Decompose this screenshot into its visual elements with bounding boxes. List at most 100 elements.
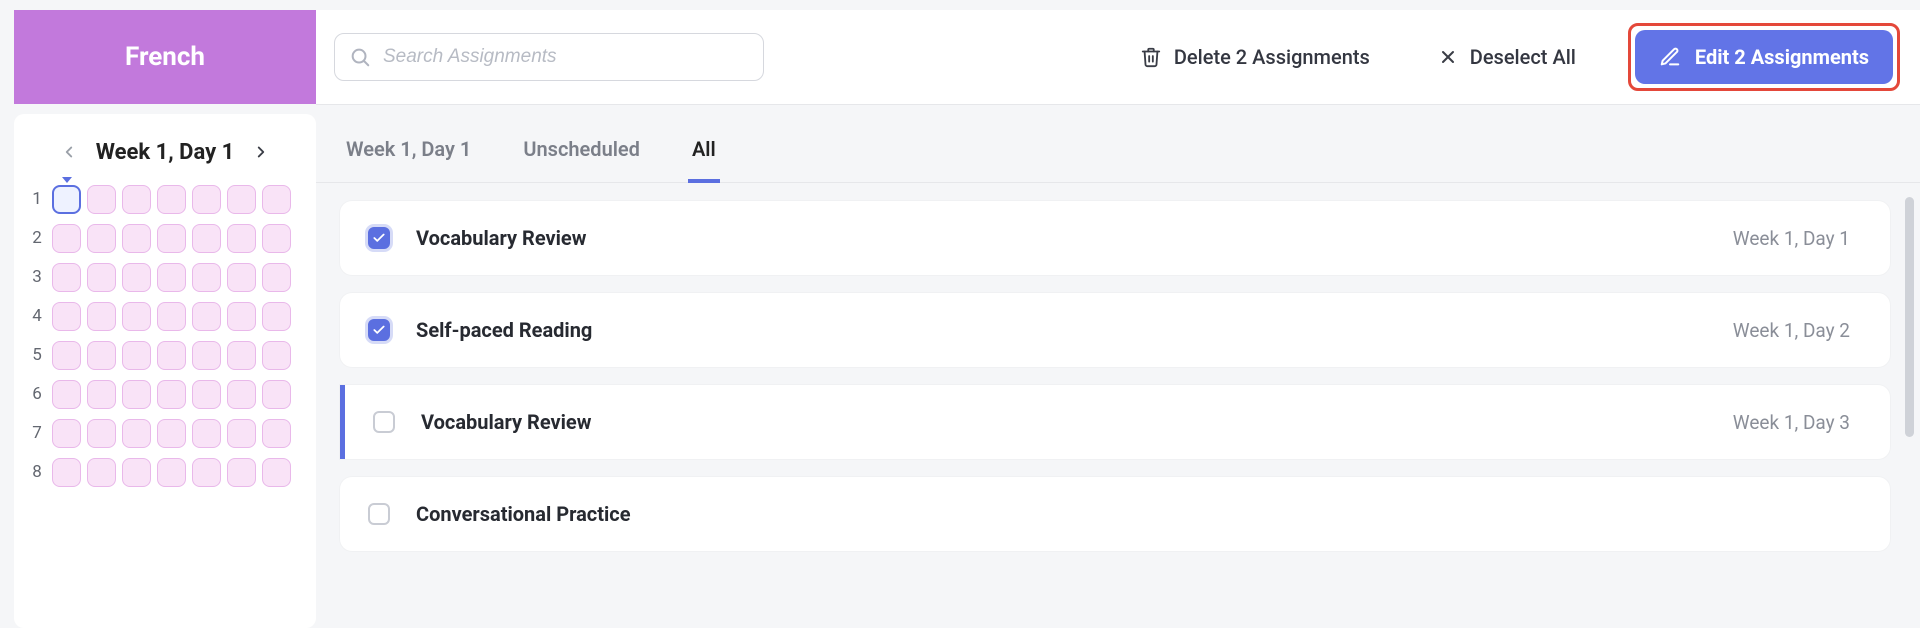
week-prev-button[interactable] — [60, 143, 78, 161]
week-grid-cell[interactable] — [227, 380, 256, 409]
week-grid-cell[interactable] — [122, 341, 151, 370]
week-grid-row: 4 — [28, 302, 306, 331]
subject-name: French — [125, 42, 205, 72]
week-grid-cell[interactable] — [122, 263, 151, 292]
week-grid-cell[interactable] — [192, 341, 221, 370]
week-grid-cell[interactable] — [262, 263, 291, 292]
assignment-card[interactable]: Vocabulary ReviewWeek 1, Day 1 — [340, 201, 1890, 275]
week-grid-cell[interactable] — [262, 185, 291, 214]
week-grid-cell[interactable] — [192, 302, 221, 331]
week-grid-cell[interactable] — [192, 185, 221, 214]
week-row-number: 5 — [28, 345, 46, 365]
assignment-checkbox[interactable] — [368, 319, 390, 341]
tab-all[interactable]: All — [688, 127, 720, 183]
week-row-number: 6 — [28, 384, 46, 404]
week-grid-cell[interactable] — [122, 380, 151, 409]
week-grid-cell[interactable] — [52, 224, 81, 253]
week-grid-cell[interactable] — [87, 458, 116, 487]
week-grid-cell[interactable] — [192, 419, 221, 448]
week-grid-cell[interactable] — [87, 224, 116, 253]
week-next-button[interactable] — [252, 143, 270, 161]
week-grid-cell[interactable] — [87, 185, 116, 214]
assignment-card[interactable]: Self-paced Reading Week 1, Day 2 — [340, 293, 1890, 367]
week-grid-cell[interactable] — [192, 380, 221, 409]
week-grid-row: 2 — [28, 224, 306, 253]
week-grid-cell[interactable] — [192, 458, 221, 487]
week-row-number: 3 — [28, 267, 46, 287]
deselect-label: Deselect All — [1470, 45, 1576, 69]
assignment-card[interactable]: Conversational Practice — [340, 477, 1890, 551]
deselect-all-button[interactable]: Deselect All — [1432, 37, 1582, 77]
week-grid-cell[interactable] — [227, 341, 256, 370]
week-grid-cell[interactable] — [227, 419, 256, 448]
week-grid-row: 3 — [28, 263, 306, 292]
week-grid-cell[interactable] — [157, 380, 186, 409]
week-grid-cell[interactable] — [122, 224, 151, 253]
search-input[interactable] — [383, 46, 749, 68]
week-grid-cell[interactable] — [87, 263, 116, 292]
week-grid-cell[interactable] — [227, 458, 256, 487]
week-grid-cell[interactable] — [122, 302, 151, 331]
week-grid-cell[interactable] — [52, 341, 81, 370]
week-grid-cell[interactable] — [87, 419, 116, 448]
week-grid-cell[interactable] — [227, 224, 256, 253]
close-icon — [1438, 47, 1458, 67]
search-icon — [349, 46, 371, 68]
week-grid-cell[interactable] — [157, 302, 186, 331]
delete-assignments-button[interactable]: Delete 2 Assignments — [1134, 37, 1376, 77]
week-grid-cell[interactable] — [262, 341, 291, 370]
assignment-checkbox[interactable] — [373, 411, 395, 433]
edit-highlight: Edit 2 Assignments — [1628, 23, 1900, 91]
week-grid-cell[interactable] — [52, 185, 81, 214]
week-grid-row: 6 — [28, 380, 306, 409]
subject-header: French — [14, 10, 316, 104]
week-grid-cell[interactable] — [52, 458, 81, 487]
week-grid-cell[interactable] — [227, 185, 256, 214]
week-grid: 12345678 — [24, 185, 306, 487]
scrollbar-thumb[interactable] — [1905, 197, 1914, 437]
trash-icon — [1140, 46, 1162, 68]
week-grid-cell[interactable] — [52, 302, 81, 331]
search-box[interactable] — [334, 33, 764, 81]
assignment-card[interactable]: Vocabulary ReviewWeek 1, Day 3 — [340, 385, 1890, 459]
week-grid-cell[interactable] — [227, 263, 256, 292]
week-row-number: 4 — [28, 306, 46, 326]
assignment-checkbox[interactable] — [368, 227, 390, 249]
assignment-date: Week 1, Day 3 — [1733, 411, 1850, 434]
week-grid-cell[interactable] — [157, 224, 186, 253]
assignment-date: Week 1, Day 1 — [1733, 227, 1850, 250]
assignment-title: Conversational Practice — [416, 502, 631, 526]
week-grid-cell[interactable] — [157, 263, 186, 292]
week-grid-cell[interactable] — [52, 263, 81, 292]
tab-unscheduled[interactable]: Unscheduled — [519, 127, 644, 182]
week-grid-cell[interactable] — [262, 224, 291, 253]
tab-week-1-day-1[interactable]: Week 1, Day 1 — [342, 127, 475, 182]
edit-assignments-button[interactable]: Edit 2 Assignments — [1635, 30, 1893, 84]
week-grid-cell[interactable] — [122, 458, 151, 487]
week-grid-cell[interactable] — [262, 458, 291, 487]
week-grid-cell[interactable] — [192, 224, 221, 253]
week-grid-cell[interactable] — [157, 341, 186, 370]
assignment-title: Self-paced Reading — [416, 318, 592, 342]
week-grid-cell[interactable] — [87, 341, 116, 370]
week-grid-cell[interactable] — [87, 380, 116, 409]
assignment-date: Week 1, Day 2 — [1733, 319, 1850, 342]
week-grid-cell[interactable] — [122, 419, 151, 448]
week-grid-row: 1 — [28, 185, 306, 214]
week-grid-cell[interactable] — [227, 302, 256, 331]
week-grid-cell[interactable] — [157, 458, 186, 487]
week-title: Week 1, Day 1 — [96, 140, 234, 165]
week-grid-cell[interactable] — [157, 419, 186, 448]
week-grid-cell[interactable] — [122, 185, 151, 214]
week-grid-cell[interactable] — [262, 302, 291, 331]
week-grid-row: 5 — [28, 341, 306, 370]
week-grid-cell[interactable] — [262, 380, 291, 409]
week-grid-cell[interactable] — [157, 185, 186, 214]
week-grid-cell[interactable] — [87, 302, 116, 331]
assignment-checkbox[interactable] — [368, 503, 390, 525]
week-grid-cell[interactable] — [52, 380, 81, 409]
week-grid-row: 8 — [28, 458, 306, 487]
week-grid-cell[interactable] — [192, 263, 221, 292]
week-grid-cell[interactable] — [52, 419, 81, 448]
week-grid-cell[interactable] — [262, 419, 291, 448]
